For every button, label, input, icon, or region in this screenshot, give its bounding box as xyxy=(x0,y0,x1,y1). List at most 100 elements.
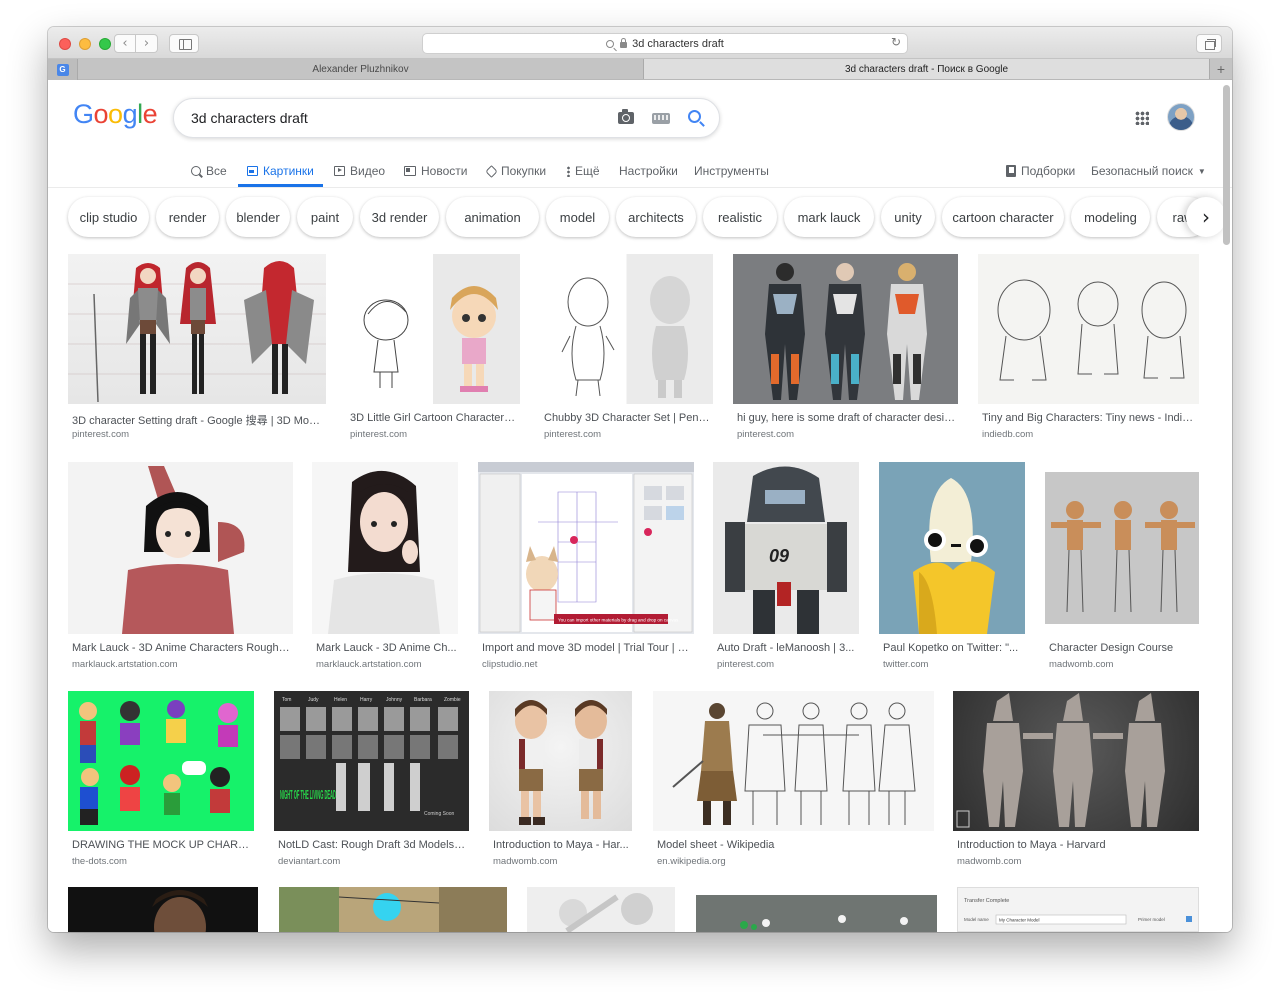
result-title[interactable]: Mark Lauck - 3D Anime Characters Rough .… xyxy=(72,642,290,654)
tab-all[interactable]: Все xyxy=(191,161,227,181)
image-result[interactable]: hi guy, here is some draft of character … xyxy=(733,254,958,444)
chip-clip-studio[interactable]: clip studio xyxy=(68,197,149,237)
chip-architects[interactable]: architects xyxy=(616,197,696,237)
forward-button[interactable]: › xyxy=(136,34,158,53)
chip-mark-lauck[interactable]: mark lauck xyxy=(784,197,874,237)
result-source[interactable]: indiedb.com xyxy=(982,429,1033,440)
tab-images[interactable]: Картинки xyxy=(247,161,314,181)
image-result[interactable] xyxy=(527,887,675,932)
image-result[interactable]: Mark Lauck - 3D Anime Characters Rough .… xyxy=(68,462,293,672)
chip-blender[interactable]: blender xyxy=(226,197,290,237)
result-source[interactable]: deviantart.com xyxy=(278,856,340,867)
result-thumbnail[interactable] xyxy=(68,462,293,634)
result-source[interactable]: pinterest.com xyxy=(72,429,129,440)
result-source[interactable]: pinterest.com xyxy=(737,429,794,440)
image-result[interactable]: DRAWING THE MOCK UP CHARA... the-dots.co… xyxy=(68,691,254,886)
result-thumbnail[interactable] xyxy=(527,887,675,932)
result-title[interactable]: Tiny and Big Characters: Tiny news - Ind… xyxy=(982,412,1198,424)
translate-extension-icon[interactable]: G xyxy=(48,59,78,80)
result-thumbnail[interactable] xyxy=(696,887,937,932)
sidebar-toggle-button[interactable] xyxy=(169,34,199,53)
back-button[interactable]: ‹ xyxy=(114,34,136,53)
chip-realistic[interactable]: realistic xyxy=(703,197,777,237)
image-result[interactable]: You can import other materials by drag a… xyxy=(478,462,694,672)
safesearch-toggle[interactable]: Безопасный поиск ▼ xyxy=(1091,161,1206,181)
close-window-button[interactable] xyxy=(59,38,71,50)
image-result[interactable] xyxy=(279,887,507,932)
chip-modeling[interactable]: modeling xyxy=(1071,197,1150,237)
result-title[interactable]: hi guy, here is some draft of character … xyxy=(737,412,957,424)
result-thumbnail[interactable] xyxy=(653,691,934,831)
result-source[interactable]: the-dots.com xyxy=(72,856,127,867)
result-thumbnail[interactable] xyxy=(1045,462,1199,634)
result-title[interactable]: Paul Kopetko on Twitter: "... xyxy=(883,642,1023,654)
tab-more[interactable]: Ещё xyxy=(567,161,600,181)
tab-video[interactable]: Видео xyxy=(334,161,385,181)
collections-link[interactable]: Подборки xyxy=(1006,161,1075,181)
image-result[interactable]: Model sheet - Wikipedia en.wikipedia.org xyxy=(653,691,934,886)
result-thumbnail[interactable] xyxy=(489,691,632,831)
chip-unity[interactable]: unity xyxy=(881,197,935,237)
image-result[interactable] xyxy=(696,887,937,932)
result-source[interactable]: en.wikipedia.org xyxy=(657,856,726,867)
result-title[interactable]: 3D Little Girl Cartoon Character | ... xyxy=(350,412,518,424)
result-thumbnail[interactable] xyxy=(733,254,958,404)
image-result[interactable]: Transfer Complete Model name My Characte… xyxy=(957,887,1199,932)
camera-icon[interactable] xyxy=(618,109,634,124)
tab-overview-button[interactable] xyxy=(1196,34,1222,53)
image-result[interactable]: Tom Judy Helen Harry Johnny Barbara Zomb… xyxy=(274,691,469,886)
image-result[interactable] xyxy=(68,887,258,932)
result-thumbnail[interactable] xyxy=(279,887,507,932)
search-box[interactable]: 3d characters draft xyxy=(173,98,720,138)
tab-shopping[interactable]: Покупки xyxy=(485,161,546,181)
result-title[interactable]: Mark Lauck - 3D Anime Ch... xyxy=(316,642,458,654)
page-scrollbar[interactable] xyxy=(1223,85,1230,245)
image-result[interactable]: 09 Auto Draft - leManoosh | 3... pintere… xyxy=(713,462,859,672)
result-title[interactable]: NotLD Cast: Rough Draft 3d Models ... xyxy=(278,839,466,851)
result-thumbnail[interactable] xyxy=(978,254,1199,404)
result-thumbnail[interactable]: Tom Judy Helen Harry Johnny Barbara Zomb… xyxy=(274,691,469,831)
result-thumbnail[interactable] xyxy=(68,691,254,831)
image-result[interactable]: Mark Lauck - 3D Anime Ch... marklauck.ar… xyxy=(312,462,458,672)
result-source[interactable]: twitter.com xyxy=(883,659,928,670)
result-thumbnail[interactable] xyxy=(879,462,1025,634)
chip-model[interactable]: model xyxy=(546,197,609,237)
result-thumbnail[interactable] xyxy=(953,691,1199,831)
result-source[interactable]: pinterest.com xyxy=(544,429,601,440)
result-source[interactable]: marklauck.artstation.com xyxy=(72,659,178,670)
result-source[interactable]: pinterest.com xyxy=(350,429,407,440)
image-result[interactable]: Character Design Course madwomb.com xyxy=(1045,462,1199,672)
result-source[interactable]: madwomb.com xyxy=(493,856,557,867)
chip-paint[interactable]: paint xyxy=(297,197,353,237)
chips-next-button[interactable]: › xyxy=(1186,197,1226,237)
chip-cartoon-character[interactable]: cartoon character xyxy=(942,197,1064,237)
address-bar[interactable]: 3d characters draft ↻ xyxy=(422,33,908,54)
chip-animation[interactable]: animation xyxy=(446,197,539,237)
result-thumbnail[interactable] xyxy=(346,254,520,404)
image-result[interactable]: 3D Little Girl Cartoon Character | ... p… xyxy=(346,254,520,444)
image-result[interactable]: Introduction to Maya - Harvard madwomb.c… xyxy=(953,691,1199,886)
apps-grid-icon[interactable] xyxy=(1135,111,1149,125)
result-thumbnail[interactable]: Transfer Complete Model name My Characte… xyxy=(957,887,1199,932)
result-thumbnail[interactable] xyxy=(68,887,258,932)
result-thumbnail[interactable] xyxy=(540,254,713,404)
image-result[interactable]: 3D character Setting draft - Google 搜尋 |… xyxy=(68,254,326,444)
chip-3d-render[interactable]: 3d render xyxy=(360,197,439,237)
image-result[interactable]: Introduction to Maya - Har... madwomb.co… xyxy=(489,691,632,886)
result-thumbnail[interactable] xyxy=(68,254,326,404)
result-title[interactable]: Character Design Course xyxy=(1049,642,1197,654)
search-icon[interactable] xyxy=(688,110,701,123)
fullscreen-window-button[interactable] xyxy=(99,38,111,50)
tools-link[interactable]: Инструменты xyxy=(694,161,769,181)
result-thumbnail[interactable] xyxy=(312,462,458,634)
new-tab-button[interactable]: + xyxy=(1210,59,1232,79)
tab-news[interactable]: Новости xyxy=(404,161,467,181)
chip-render[interactable]: render xyxy=(156,197,219,237)
search-input[interactable]: 3d characters draft xyxy=(191,110,308,126)
result-title[interactable]: Model sheet - Wikipedia xyxy=(657,839,932,851)
result-source[interactable]: marklauck.artstation.com xyxy=(316,659,422,670)
image-result[interactable]: Chubby 3D Character Set | Penc... pinter… xyxy=(540,254,713,444)
result-title[interactable]: DRAWING THE MOCK UP CHARA... xyxy=(72,839,252,851)
result-title[interactable]: Introduction to Maya - Har... xyxy=(493,839,631,851)
result-thumbnail[interactable]: 09 xyxy=(713,462,859,634)
